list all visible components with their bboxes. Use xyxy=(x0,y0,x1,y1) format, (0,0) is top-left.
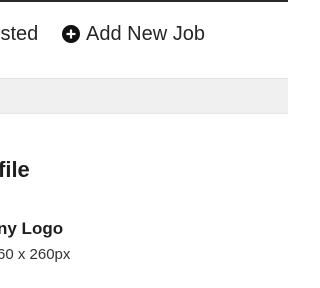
add-new-job-link[interactable]: Add New Job xyxy=(62,23,205,45)
page-banner xyxy=(0,78,288,114)
jobs-listed-link[interactable]: isted xyxy=(0,23,38,45)
add-new-job-label: Add New Job xyxy=(86,23,205,45)
plus-circle-icon xyxy=(62,25,80,43)
navigation-bar: isted Add New Job xyxy=(0,2,288,78)
company-logo-label: ny Logo xyxy=(0,219,64,238)
company-logo-size-hint: 60 x 260px xyxy=(0,246,71,263)
profile-section-title: file xyxy=(0,157,30,182)
